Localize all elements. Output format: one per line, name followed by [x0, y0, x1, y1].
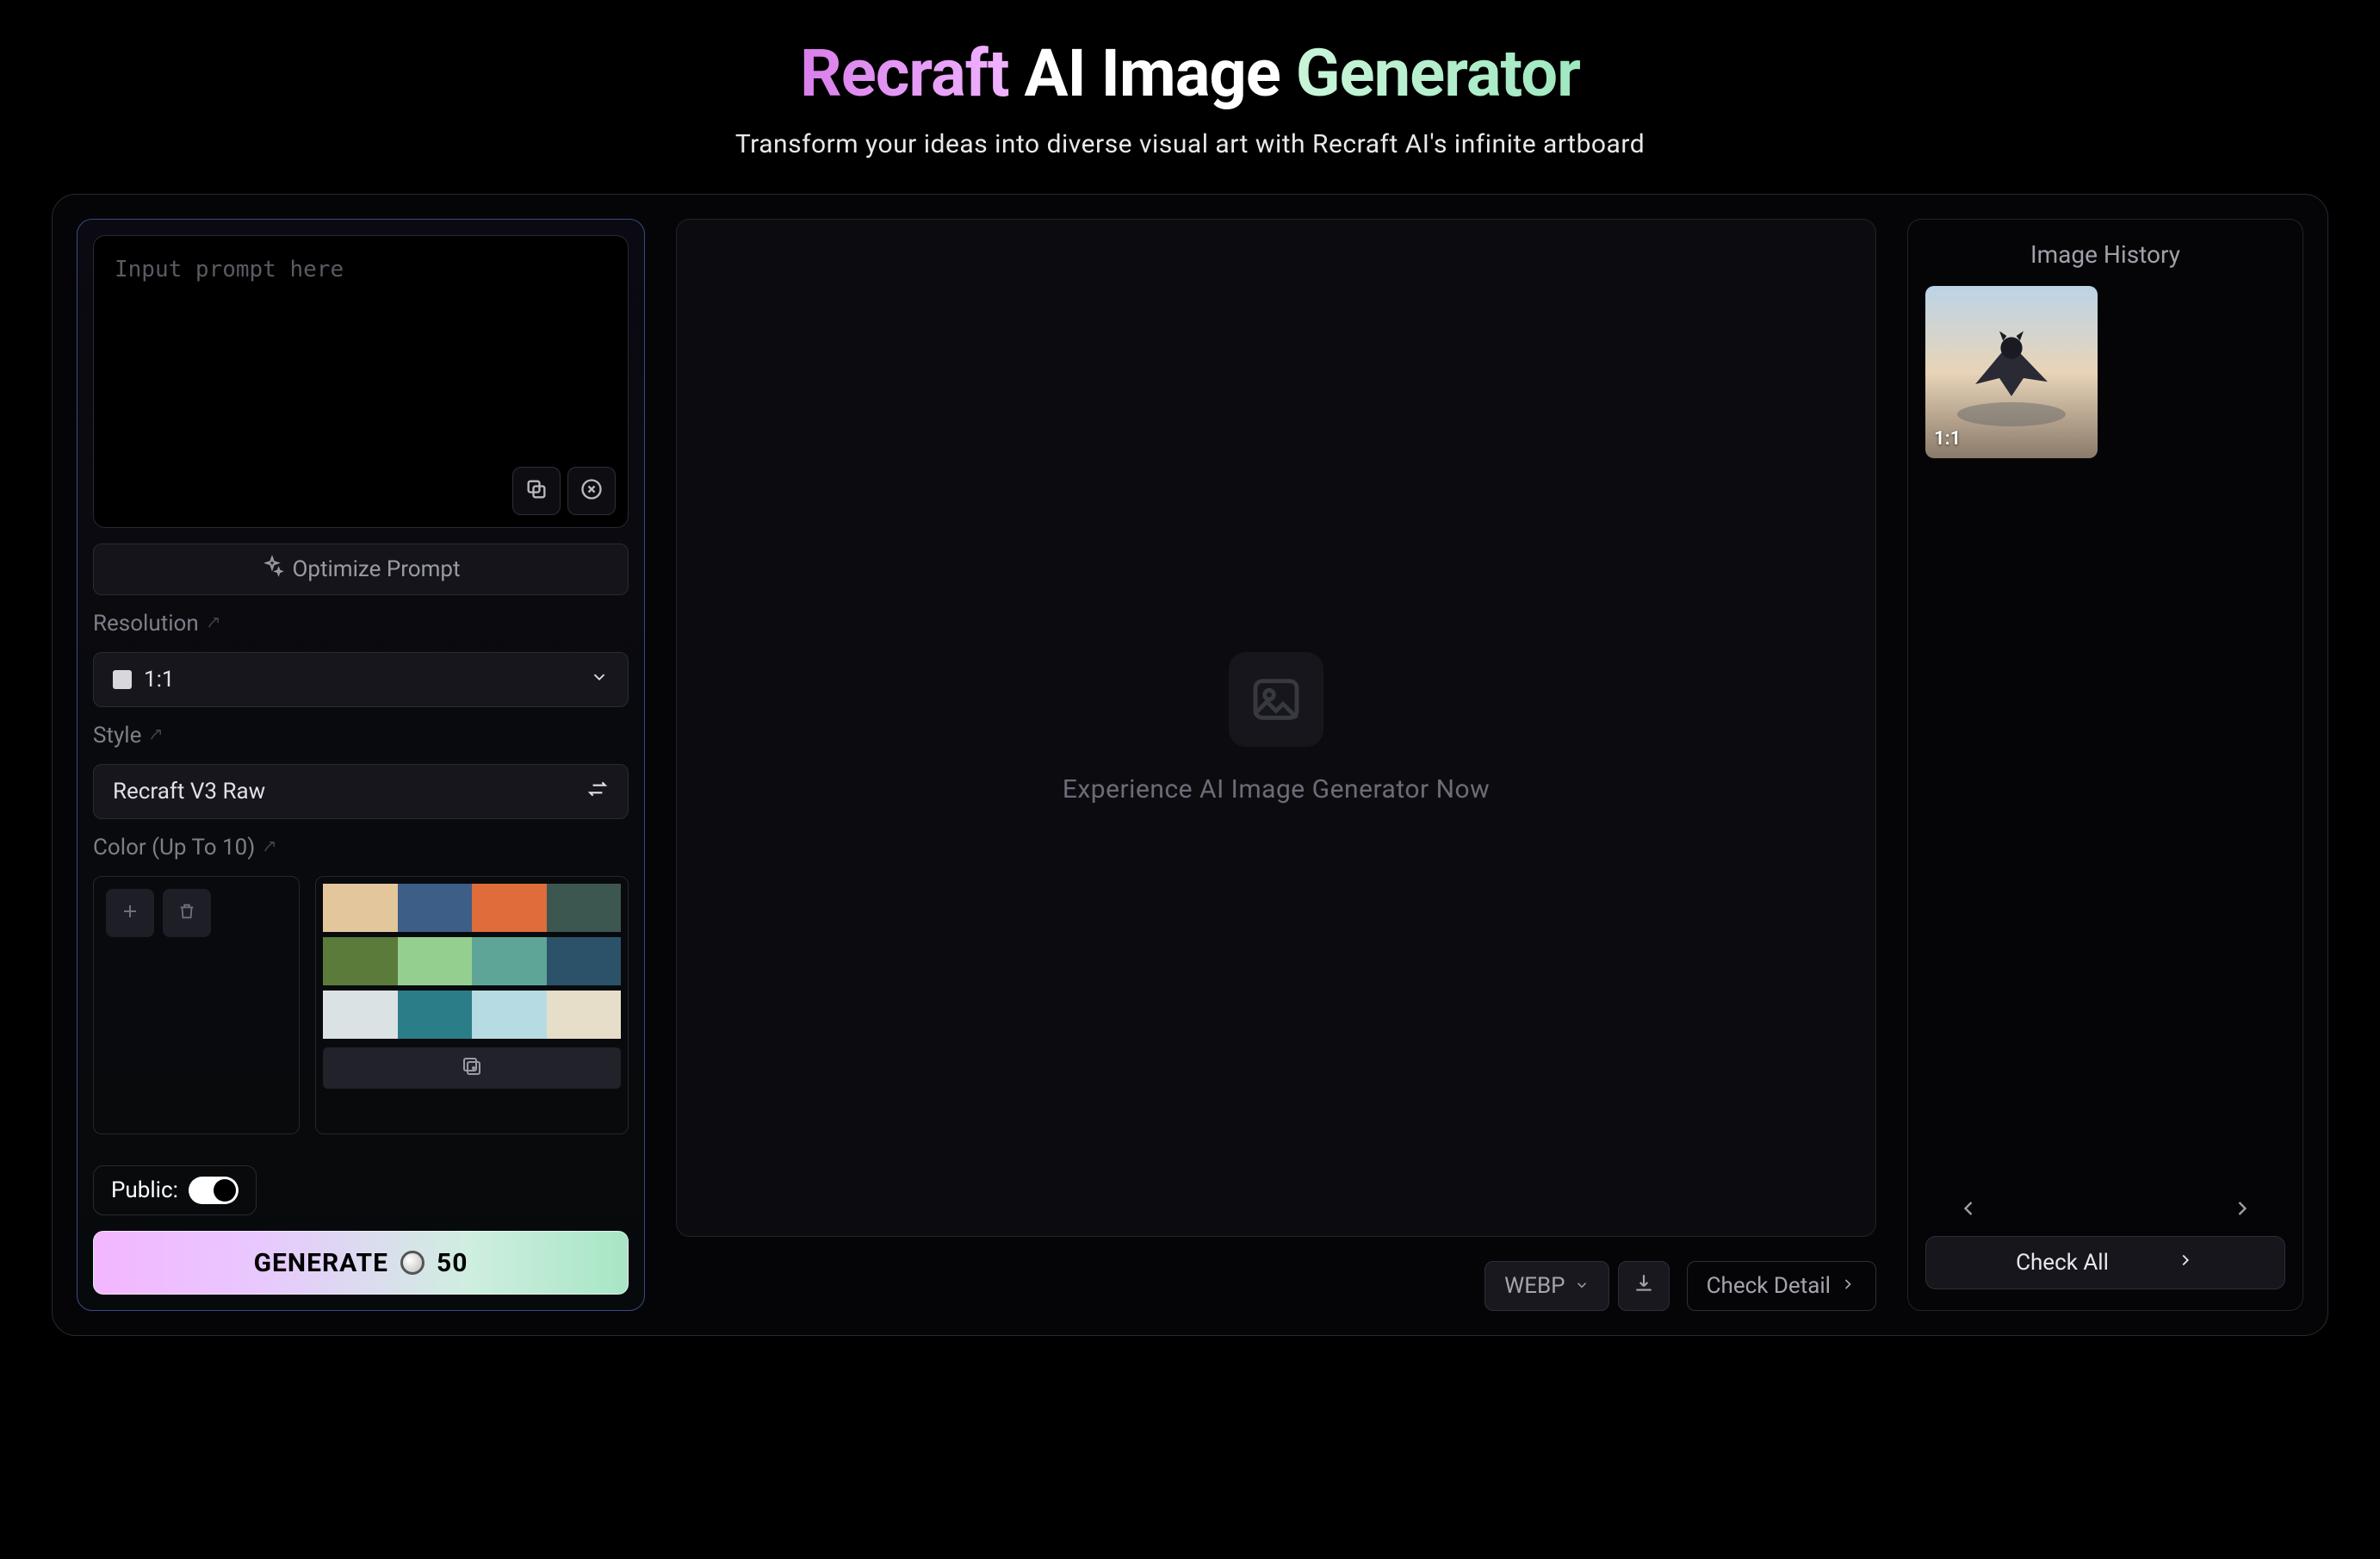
settings-panel: Optimize Prompt Resolution 1:1 Style [77, 219, 645, 1311]
palette-swatch [323, 884, 398, 932]
page-subtitle: Transform your ideas into diverse visual… [52, 129, 2328, 159]
history-thumbnail[interactable]: 1:1 [1925, 286, 2098, 458]
optimize-label: Optimize Prompt [292, 556, 460, 582]
hero: Recraft AI Image Generator Transform you… [52, 34, 2328, 159]
history-panel: Image History 1:1 [1907, 219, 2303, 1311]
canvas-panel: Experience AI Image Generator Now WEBP [676, 219, 1876, 1311]
generate-label: GENERATE [254, 1248, 388, 1278]
chevron-right-icon [1839, 1273, 1856, 1299]
check-detail-label: Check Detail [1707, 1273, 1831, 1299]
page-title: Recraft AI Image Generator [52, 34, 2328, 112]
optimize-prompt-button[interactable]: Optimize Prompt [93, 543, 629, 595]
public-toggle-group: Public: [93, 1165, 257, 1215]
link-arrow-icon [148, 723, 164, 748]
style-label: Style [93, 723, 629, 748]
history-title: Image History [1925, 240, 2285, 269]
workspace: Optimize Prompt Resolution 1:1 Style [52, 194, 2328, 1336]
download-button[interactable] [1618, 1261, 1670, 1311]
history-next-button[interactable] [2225, 1193, 2259, 1227]
clear-button[interactable] [567, 467, 616, 515]
palette-presets [315, 876, 629, 1134]
check-all-button[interactable]: Check All [1925, 1236, 2285, 1289]
link-arrow-icon [206, 611, 221, 637]
link-arrow-icon [262, 835, 277, 860]
chevron-down-icon [590, 667, 609, 693]
palette-swatch [398, 884, 473, 932]
square-ratio-icon [113, 670, 132, 689]
prompt-input[interactable] [115, 257, 607, 457]
check-all-label: Check All [2016, 1250, 2109, 1276]
palette-swatch [547, 884, 622, 932]
image-placeholder-icon [1229, 652, 1323, 747]
public-label: Public: [111, 1177, 178, 1203]
coin-icon [400, 1251, 425, 1275]
random-palette-button[interactable] [323, 1047, 621, 1089]
history-prev-button[interactable] [1951, 1193, 1986, 1227]
palette-row[interactable] [323, 991, 621, 1039]
history-list: 1:1 [1925, 286, 2285, 1176]
canvas: Experience AI Image Generator Now [676, 219, 1876, 1237]
check-detail-button[interactable]: Check Detail [1687, 1261, 1876, 1311]
plus-icon [120, 901, 140, 925]
palette-swatch [323, 991, 398, 1039]
prompt-box [93, 235, 629, 528]
palette-swatch [472, 884, 547, 932]
trash-icon [177, 902, 196, 924]
copy-icon [524, 477, 549, 505]
color-picker [93, 876, 300, 1134]
swap-icon [586, 778, 609, 806]
download-icon [1633, 1272, 1655, 1301]
history-nav [1925, 1176, 2285, 1236]
palette-row[interactable] [323, 884, 621, 932]
color-label: Color (Up To 10) [93, 835, 629, 860]
palette-swatch [547, 937, 622, 985]
sparkle-icon [261, 556, 283, 584]
format-select[interactable]: WEBP [1484, 1261, 1608, 1311]
close-icon [580, 477, 604, 505]
thumbnail-ratio-badge: 1:1 [1934, 428, 1961, 450]
format-value: WEBP [1504, 1273, 1565, 1299]
chevron-left-icon [1956, 1196, 1980, 1224]
style-value: Recraft V3 Raw [113, 779, 265, 804]
palette-row[interactable] [323, 937, 621, 985]
add-color-button[interactable] [106, 889, 154, 937]
chevron-right-icon [2176, 1250, 2195, 1276]
palette-swatch [323, 937, 398, 985]
palette-swatch [398, 991, 473, 1039]
palette-swatch [472, 991, 547, 1039]
palette-swatch [547, 991, 622, 1039]
public-toggle[interactable] [189, 1177, 239, 1204]
palette-swatch [472, 937, 547, 985]
chevron-right-icon [2230, 1196, 2254, 1224]
delete-color-button[interactable] [163, 889, 211, 937]
thumbnail-art [1951, 312, 2072, 432]
generate-cost: 50 [437, 1248, 468, 1278]
chevron-down-icon [1574, 1273, 1590, 1299]
color-section [93, 876, 629, 1134]
dice-icon [462, 1056, 482, 1080]
style-select[interactable]: Recraft V3 Raw [93, 764, 629, 819]
resolution-select[interactable]: 1:1 [93, 652, 629, 707]
canvas-empty-text: Experience AI Image Generator Now [1063, 774, 1490, 804]
canvas-footer: WEBP Check Detail [676, 1261, 1876, 1311]
generate-button[interactable]: GENERATE 50 [93, 1231, 629, 1295]
resolution-label: Resolution [93, 611, 629, 637]
palette-swatch [398, 937, 473, 985]
resolution-value: 1:1 [144, 667, 175, 693]
copy-button[interactable] [512, 467, 561, 515]
